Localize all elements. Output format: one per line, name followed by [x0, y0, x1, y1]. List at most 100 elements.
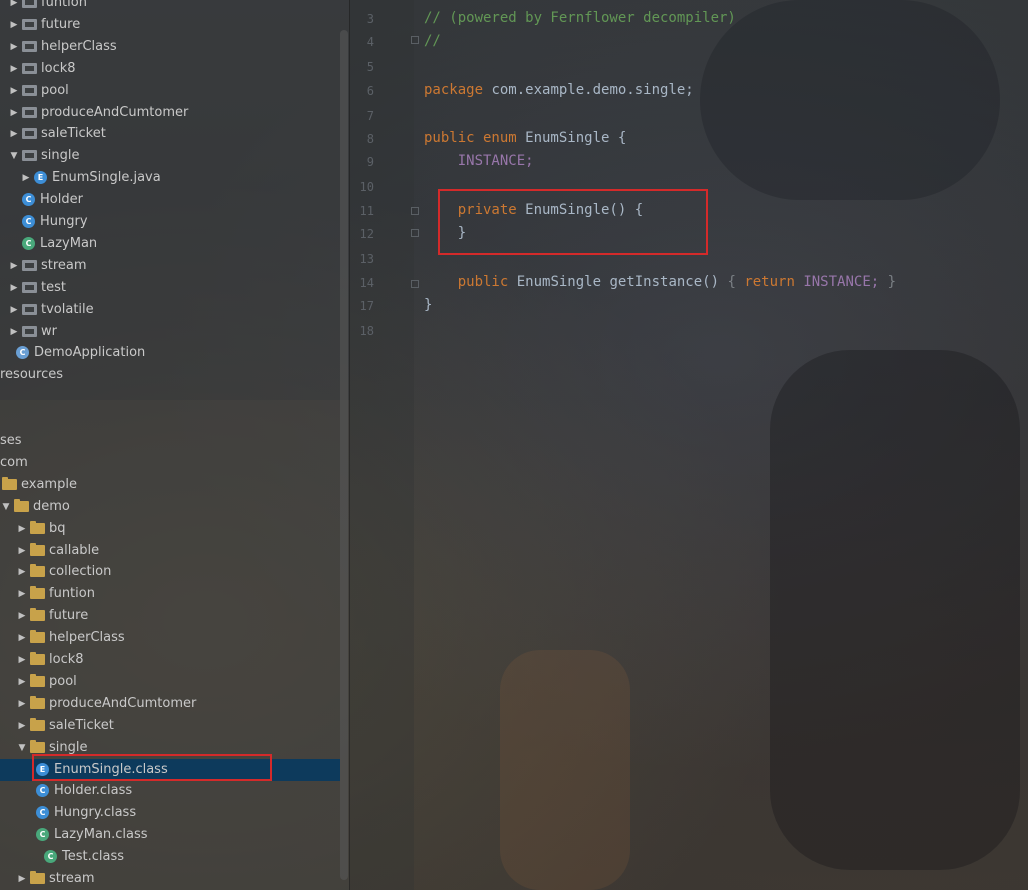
- tree-item[interactable]: ▶ test: [0, 277, 340, 299]
- tree-item[interactable]: ▶ pool: [0, 80, 340, 102]
- line-number: 5: [366, 60, 374, 74]
- expand-right-icon[interactable]: ▶: [8, 277, 20, 299]
- tree-item[interactable]: com: [0, 452, 340, 474]
- expand-down-icon[interactable]: ▼: [0, 496, 12, 518]
- tree-item[interactable]: C LazyMan: [0, 233, 340, 255]
- tree-item[interactable]: ▶ E EnumSingle.java: [0, 167, 340, 189]
- tree-item-label: test: [41, 279, 66, 295]
- tree-item[interactable]: ▶ saleTicket: [0, 123, 340, 145]
- tree-item[interactable]: ▶ produceAndCumtomer: [0, 102, 340, 124]
- tree-item-label: EnumSingle.java: [52, 170, 161, 186]
- expand-right-icon[interactable]: ▶: [20, 167, 32, 189]
- tree-item-label: lock8: [41, 60, 76, 76]
- tree-item-label: single: [41, 148, 80, 164]
- expand-right-icon[interactable]: ▶: [16, 868, 28, 890]
- expand-right-icon[interactable]: ▶: [16, 627, 28, 649]
- package-folder-icon: [22, 303, 37, 315]
- tree-item[interactable]: ▶ tvolatile: [0, 299, 340, 321]
- tree-item[interactable]: ▶ lock8: [0, 58, 340, 80]
- tree-item[interactable]: ▼ demo: [0, 496, 340, 518]
- tree-item[interactable]: C Hungry.class: [0, 802, 340, 824]
- tree-item[interactable]: ▶ future: [0, 605, 340, 627]
- tree-item[interactable]: ▶ lock8: [0, 649, 340, 671]
- tree-item[interactable]: example: [0, 474, 340, 496]
- tree-item-label: Holder.class: [54, 783, 133, 799]
- expand-right-icon[interactable]: ▶: [8, 123, 20, 145]
- folder-icon: [30, 717, 45, 731]
- expand-right-icon[interactable]: ▶: [8, 0, 20, 14]
- tree-item-label: pool: [41, 82, 69, 98]
- tree-item[interactable]: ▶ wr: [0, 321, 340, 343]
- code-class-close: }: [424, 297, 433, 313]
- tree-item[interactable]: C Hungry: [0, 211, 340, 233]
- tree-item-label: stream: [41, 257, 87, 273]
- tree-item[interactable]: ▶ stream: [0, 255, 340, 277]
- tree-item[interactable]: ▶ pool: [0, 671, 340, 693]
- fold-open-brace: {: [727, 274, 745, 290]
- class-icon: C: [22, 215, 35, 228]
- expand-right-icon[interactable]: ▶: [16, 540, 28, 562]
- tree-highlight-box: [32, 754, 272, 781]
- tree-item[interactable]: C Holder: [0, 189, 340, 211]
- expand-right-icon[interactable]: ▶: [16, 693, 28, 715]
- expand-right-icon[interactable]: ▶: [8, 14, 20, 36]
- tree-item[interactable]: C Test.class: [0, 846, 340, 868]
- code-class-declaration: public enum EnumSingle {: [424, 130, 626, 146]
- package-folder-icon: [22, 0, 37, 8]
- tree-item[interactable]: ▶ callable: [0, 540, 340, 562]
- tree-item[interactable]: ▼ single: [0, 145, 340, 167]
- tree-item-label: Hungry: [40, 214, 88, 229]
- tree-item-label: pool: [49, 673, 77, 689]
- expand-right-icon[interactable]: ▶: [8, 80, 20, 102]
- tree-item[interactable]: ▶ saleTicket: [0, 715, 340, 737]
- tree-item[interactable]: ▶ bq: [0, 518, 340, 540]
- tree-item[interactable]: ▶ future: [0, 14, 340, 36]
- fold-marker[interactable]: [411, 280, 419, 288]
- expand-right-icon[interactable]: ▶: [16, 561, 28, 583]
- runnable-class-icon: C: [36, 828, 49, 842]
- tree-item[interactable]: ▶ helperClass: [0, 627, 340, 649]
- return-value: INSTANCE;: [794, 274, 880, 290]
- expand-right-icon[interactable]: ▶: [16, 715, 28, 737]
- expand-right-icon[interactable]: ▶: [16, 671, 28, 693]
- class-icon: C: [22, 193, 35, 207]
- tree-item[interactable]: C Holder.class: [0, 780, 340, 802]
- tree-item[interactable]: ▶ stream: [0, 868, 340, 890]
- tree-item-label: collection: [49, 564, 112, 580]
- code-comment: //: [424, 33, 441, 49]
- line-number: 4: [366, 35, 374, 49]
- tree-item[interactable]: resources: [0, 364, 340, 386]
- method-signature: EnumSingle getInstance(): [508, 274, 728, 290]
- tree-item-label: LazyMan: [40, 235, 98, 251]
- tree-item[interactable]: C DemoApplication: [0, 342, 340, 364]
- expand-right-icon[interactable]: ▶: [8, 299, 20, 321]
- tree-item[interactable]: ses: [0, 430, 340, 452]
- expand-down-icon[interactable]: ▼: [8, 145, 20, 167]
- tree-scrollbar[interactable]: [340, 30, 348, 880]
- tree-item[interactable]: C LazyMan.class: [0, 824, 340, 846]
- tree-item-label: helperClass: [49, 630, 125, 646]
- code-highlight-box: [438, 189, 708, 255]
- expand-right-icon[interactable]: ▶: [16, 605, 28, 627]
- tree-item[interactable]: ▶ collection: [0, 561, 340, 583]
- fold-marker[interactable]: [411, 207, 419, 215]
- expand-right-icon[interactable]: ▶: [8, 36, 20, 58]
- expand-down-icon[interactable]: ▼: [16, 737, 28, 759]
- expand-right-icon[interactable]: ▶: [16, 649, 28, 671]
- line-number: 13: [359, 252, 374, 266]
- line-number: 6: [366, 84, 374, 98]
- tree-item[interactable]: ▶ funtion: [0, 583, 340, 605]
- expand-right-icon[interactable]: ▶: [8, 321, 20, 343]
- class-name: EnumSingle {: [516, 130, 627, 146]
- expand-right-icon[interactable]: ▶: [16, 518, 28, 540]
- tree-item-label: DemoApplication: [34, 345, 146, 361]
- expand-right-icon[interactable]: ▶: [8, 102, 20, 124]
- fold-marker[interactable]: [411, 229, 419, 237]
- expand-right-icon[interactable]: ▶: [16, 583, 28, 605]
- tree-item[interactable]: ▶ helperClass: [0, 36, 340, 58]
- expand-right-icon[interactable]: ▶: [8, 255, 20, 277]
- expand-right-icon[interactable]: ▶: [8, 58, 20, 80]
- fold-marker[interactable]: [411, 36, 419, 44]
- tree-item[interactable]: ▶ produceAndCumtomer: [0, 693, 340, 715]
- tree-item[interactable]: ▶ funtion: [0, 0, 340, 14]
